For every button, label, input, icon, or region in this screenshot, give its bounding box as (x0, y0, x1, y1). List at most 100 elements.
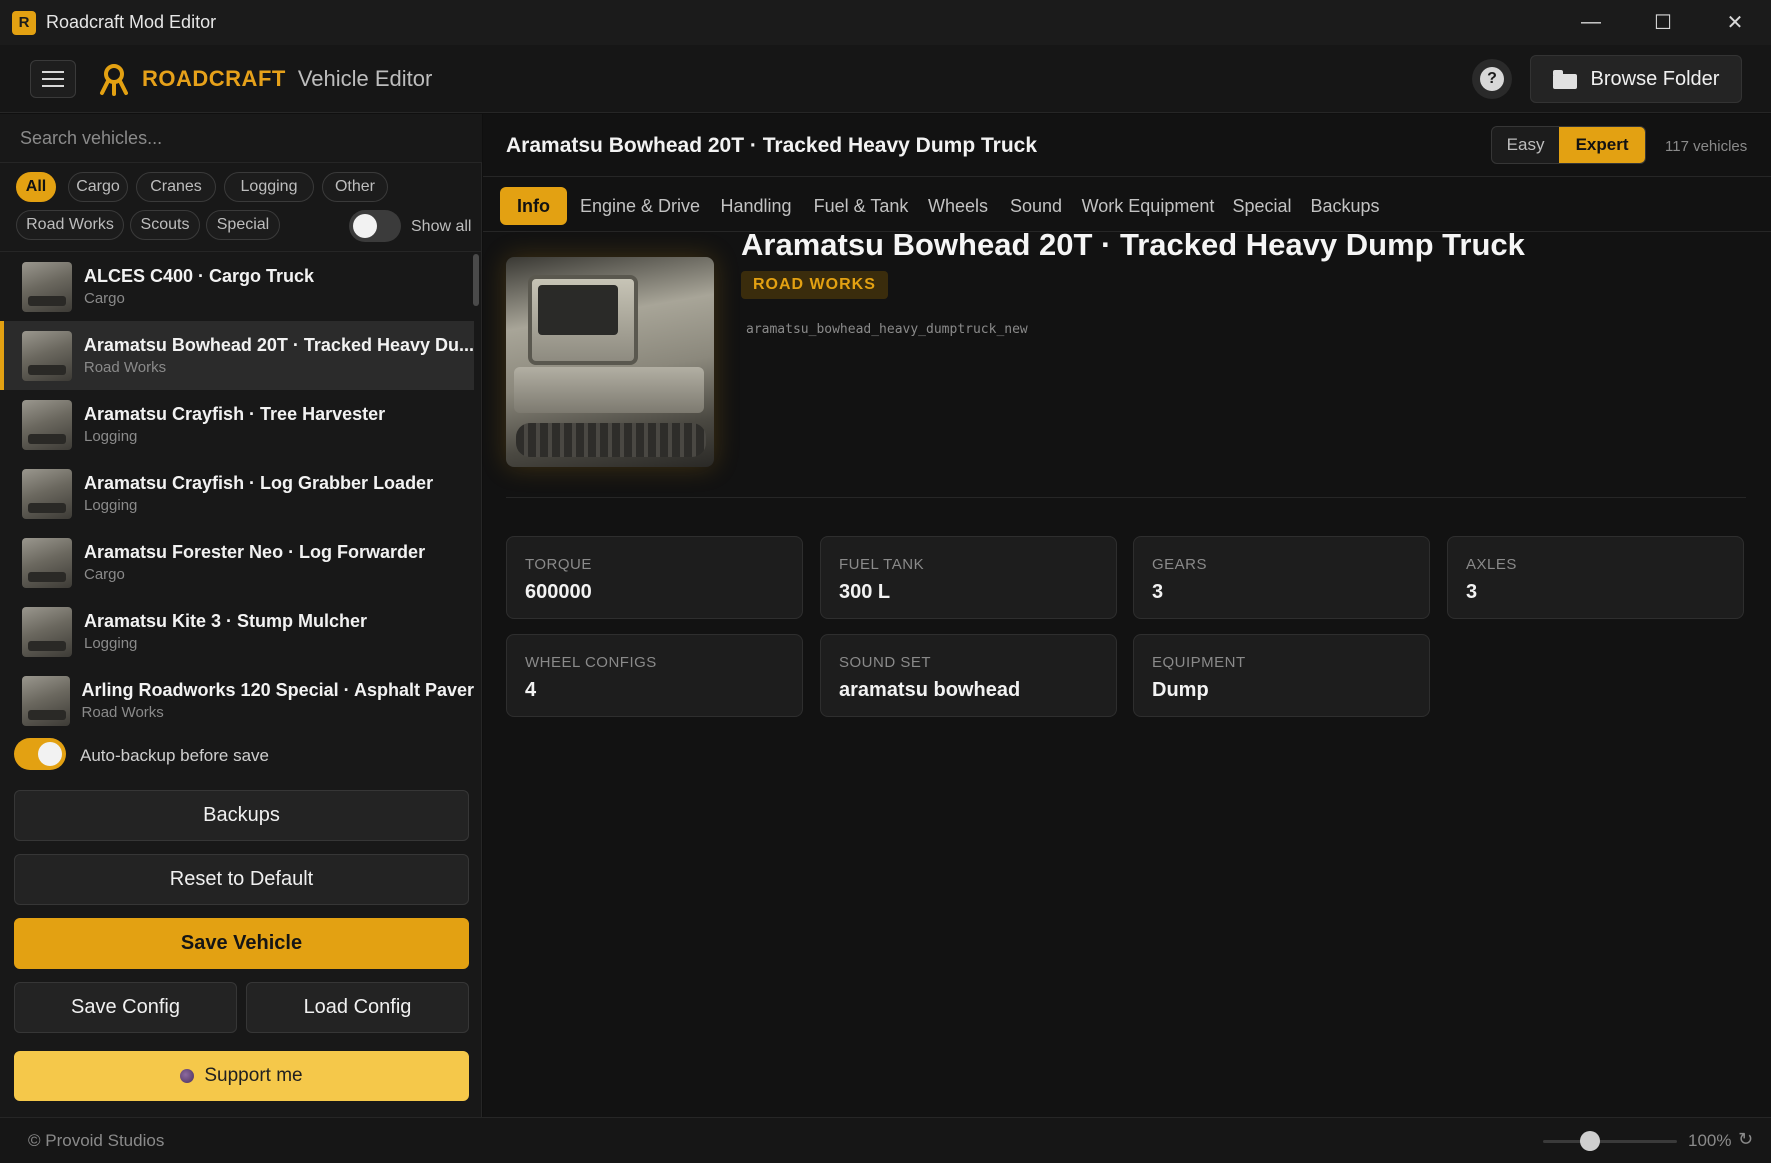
vehicle-image-window (538, 285, 618, 335)
filter-chip-all[interactable]: All (16, 172, 56, 202)
support-me-label: Support me (204, 1065, 303, 1086)
stat-label: TORQUE (525, 556, 592, 573)
close-button[interactable]: ✕ (1699, 0, 1771, 45)
vehicle-thumbnail (22, 261, 72, 312)
tab-backups[interactable]: Backups (1306, 187, 1384, 225)
auto-backup-label: Auto-backup before save (80, 746, 270, 765)
auto-backup-toggle[interactable] (14, 738, 66, 770)
vehicle-name: Aramatsu Kite 3 · Stump Mulcher (84, 611, 368, 631)
vehicle-list-item[interactable]: Aramatsu Crayfish · Log Grabber Loader Lo… (0, 459, 474, 528)
filter-chip-cargo[interactable]: Cargo (68, 172, 128, 202)
backups-button[interactable]: Backups (14, 790, 469, 841)
vehicle-thumbnail (22, 399, 72, 450)
browse-folder-label: Browse Folder (1590, 67, 1720, 90)
tab-work-equipment[interactable]: Work Equipment (1079, 187, 1217, 225)
tab-handling[interactable]: Handling (712, 187, 800, 225)
stat-value: 300 L (839, 581, 891, 603)
vehicle-category: Logging (84, 428, 138, 445)
tab-wheels[interactable]: Wheels (923, 187, 993, 225)
load-config-button[interactable]: Load Config (246, 982, 469, 1033)
vehicle-name: ALCES C400 · Cargo Truck (84, 266, 315, 286)
support-me-button[interactable]: Support me (14, 1051, 469, 1101)
window-controls: — ☐ ✕ (1555, 0, 1771, 45)
vehicle-list-scrollbar[interactable] (473, 254, 479, 306)
zoom-slider-handle[interactable] (1579, 1131, 1600, 1151)
vehicle-thumbnail (22, 330, 72, 381)
copyright-text: © Provoid Studios (28, 1131, 165, 1150)
vehicle-thumbnail (22, 675, 70, 726)
vehicle-image-body (514, 367, 704, 413)
vehicle-thumbnail (22, 537, 72, 588)
mode-expert-button[interactable]: Expert (1559, 127, 1645, 163)
vehicle-list-item[interactable]: Aramatsu Forester Neo · Log Forwarder Car… (0, 528, 474, 597)
search-input[interactable] (20, 128, 462, 149)
help-button[interactable]: ? (1472, 59, 1512, 99)
tab-sound[interactable]: Sound (1005, 187, 1067, 225)
vehicle-list-item[interactable]: Arling Roadworks 120 Special · Asphalt P… (0, 666, 474, 735)
vehicle-list-item[interactable]: ALCES C400 · Cargo Truck Cargo (0, 252, 474, 321)
vehicle-name: Aramatsu Forester Neo · Log Forwarder (84, 542, 426, 562)
stat-value: 4 (525, 679, 537, 701)
menu-icon-line (42, 77, 64, 80)
minimize-button[interactable]: — (1555, 0, 1627, 45)
vehicle-list-item[interactable]: Aramatsu Kite 3 · Stump Mulcher Logging (0, 597, 474, 666)
stat-label: GEARS (1152, 556, 1208, 573)
stat-label: WHEEL CONFIGS (525, 654, 657, 671)
stat-label: AXLES (1466, 556, 1517, 573)
stat-value: 600000 (525, 581, 592, 603)
stat-card-axles: AXLES 3 (1447, 536, 1744, 619)
app-header: ROADCRAFT Vehicle Editor ? Browse Folder (0, 45, 1771, 113)
vehicle-category: Logging (84, 635, 138, 652)
vehicle-category: Road Works (81, 704, 164, 721)
vehicle-identifier: aramatsu_bowhead_heavy_dumptruck_new (746, 322, 1028, 337)
roadcraft-logo-icon (100, 63, 128, 96)
help-icon: ? (1480, 67, 1504, 91)
stat-value: 3 (1466, 581, 1478, 603)
save-vehicle-button[interactable]: Save Vehicle (14, 918, 469, 969)
tab-info[interactable]: Info (500, 187, 567, 225)
filter-chip-other[interactable]: Other (322, 172, 388, 202)
zoom-slider-track[interactable] (1543, 1140, 1677, 1143)
vehicle-image (506, 257, 714, 467)
filter-chip-special[interactable]: Special (206, 210, 280, 240)
vehicle-category: Road Works (83, 359, 167, 376)
tab-special[interactable]: Special (1229, 187, 1295, 225)
vehicle-list-item[interactable]: Aramatsu Crayfish · Tree Harvester Loggin… (0, 390, 474, 459)
filter-chip-scouts[interactable]: Scouts (130, 210, 200, 240)
vehicle-category: Cargo (84, 290, 125, 307)
mode-toggle: Easy Expert (1491, 126, 1646, 164)
vehicle-name: Aramatsu Bowhead 20T · Tracked Heavy Du.… (83, 335, 474, 355)
save-config-button[interactable]: Save Config (14, 982, 237, 1033)
main-header: Aramatsu Bowhead 20T · Tracked Heavy Dum… (483, 114, 1771, 177)
filter-chip-cranes[interactable]: Cranes (136, 172, 216, 202)
reset-to-default-button[interactable]: Reset to Default (14, 854, 469, 905)
brand-subtitle: Vehicle Editor (297, 65, 433, 91)
mode-easy-button[interactable]: Easy (1492, 127, 1559, 163)
main-panel: Aramatsu Bowhead 20T · Tracked Heavy Dum… (483, 114, 1771, 1117)
toggle-knob (353, 214, 377, 238)
coffee-icon (180, 1069, 195, 1083)
hamburger-menu-button[interactable] (30, 59, 76, 98)
filter-chip-road-works[interactable]: Road Works (16, 210, 124, 240)
stat-value: 3 (1152, 581, 1164, 603)
stat-card-gears: GEARS 3 (1133, 536, 1430, 619)
stat-card-fuel-tank: FUEL TANK 300 L (820, 536, 1117, 619)
filter-chip-logging[interactable]: Logging (224, 172, 314, 202)
toggle-knob (38, 742, 62, 766)
tab-engine-drive[interactable]: Engine & Drive (579, 187, 701, 225)
brand-name: ROADCRAFT (142, 65, 286, 91)
stat-card-torque: TORQUE 600000 (506, 536, 803, 619)
vehicle-list-item-selected[interactable]: Aramatsu Bowhead 20T · Tracked Heavy Du.… (0, 321, 474, 390)
show-all-toggle[interactable] (349, 210, 401, 242)
vehicle-name: Aramatsu Crayfish · Log Grabber Loader (84, 473, 434, 493)
stat-label: FUEL TANK (839, 556, 925, 573)
menu-icon-line (42, 70, 64, 73)
vehicle-thumbnail (22, 468, 72, 519)
status-bar: © Provoid Studios 100% ↻ (0, 1117, 1771, 1163)
maximize-button[interactable]: ☐ (1627, 0, 1699, 45)
browse-folder-button[interactable]: Browse Folder (1530, 55, 1742, 103)
zoom-level: 100% (1688, 1131, 1732, 1150)
stat-label: EQUIPMENT (1152, 654, 1246, 671)
reset-zoom-icon[interactable]: ↻ (1738, 1129, 1753, 1150)
tab-fuel-tank[interactable]: Fuel & Tank (811, 187, 911, 225)
